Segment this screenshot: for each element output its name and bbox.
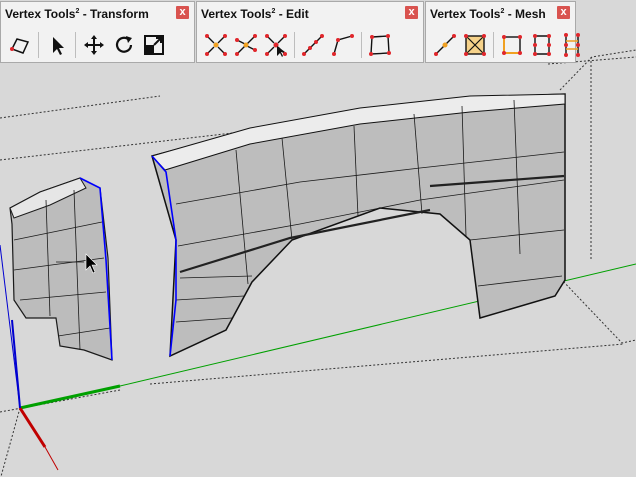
merge-vertices-icon	[205, 34, 227, 56]
collapse-vertices-icon	[265, 34, 287, 57]
toolbar-separator	[493, 32, 494, 58]
cross-quad-icon	[464, 34, 486, 56]
merge-to-point-button[interactable]	[231, 30, 261, 60]
red-axis-extension	[44, 446, 59, 471]
column-loop-button[interactable]	[557, 30, 587, 60]
model-canvas[interactable]	[0, 0, 636, 477]
left-fender-mesh[interactable]	[9, 177, 113, 361]
move-arrows-icon	[84, 35, 104, 55]
edit-toolbar: Vertex Tools2 - Edit x	[196, 1, 424, 63]
bend-line-button[interactable]	[328, 30, 358, 60]
quad-corners-button[interactable]	[497, 30, 527, 60]
toolbar-title: Vertex Tools2 - Edit	[201, 7, 309, 21]
cursor-arrow-icon	[53, 37, 64, 55]
red-axis	[18, 407, 47, 448]
toolbar-title: Vertex Tools2 - Transform	[5, 7, 149, 21]
scale-icon	[144, 35, 164, 55]
toolbar-separator	[75, 32, 76, 58]
transform-toolbar: Vertex Tools2 - Transform x	[0, 1, 195, 63]
toolbar-separator	[361, 32, 362, 58]
bend-line-icon	[332, 34, 354, 56]
rotate-button[interactable]	[109, 30, 139, 60]
polygon-select-button[interactable]	[5, 30, 35, 60]
collapse-vertices-button[interactable]	[261, 30, 291, 60]
close-button[interactable]: x	[405, 6, 418, 19]
toolbar-title-bar[interactable]: Vertex Tools2 - Mesh x	[426, 2, 575, 24]
quad-corners-icon	[502, 35, 522, 55]
toolbar-title-bar[interactable]: Vertex Tools2 - Edit x	[197, 2, 423, 24]
merge-vertices-button[interactable]	[201, 30, 231, 60]
quad-vertices-button[interactable]	[365, 30, 395, 60]
close-button[interactable]: x	[176, 6, 189, 19]
toolbar-separator	[38, 32, 39, 58]
rotate-icon	[115, 36, 133, 53]
line-vertices-button[interactable]	[298, 30, 328, 60]
scale-button[interactable]	[139, 30, 169, 60]
merge-to-point-icon	[235, 34, 257, 56]
blue-axis-solid	[11, 319, 21, 409]
mesh-toolbar: Vertex Tools2 - Mesh x	[425, 1, 580, 63]
select-button[interactable]	[42, 30, 72, 60]
quad-vertices-icon	[369, 34, 391, 56]
split-edge-button[interactable]	[527, 30, 557, 60]
connect-line-button[interactable]	[430, 30, 460, 60]
polygon-select-icon	[10, 38, 30, 54]
line-vertices-icon	[302, 34, 324, 56]
green-axis	[19, 384, 121, 410]
right-fender-mesh[interactable]	[151, 93, 566, 358]
close-button[interactable]: x	[557, 6, 570, 19]
toolbar-separator	[294, 32, 295, 58]
cross-quad-button[interactable]	[460, 30, 490, 60]
move-button[interactable]	[79, 30, 109, 60]
split-edge-icon	[533, 34, 551, 56]
toolbar-title-bar[interactable]: Vertex Tools2 - Transform x	[1, 2, 194, 24]
column-loop-icon	[564, 33, 580, 57]
connect-line-icon	[434, 34, 456, 56]
3d-viewport[interactable]	[0, 0, 636, 477]
toolbar-title: Vertex Tools2 - Mesh	[430, 7, 546, 21]
